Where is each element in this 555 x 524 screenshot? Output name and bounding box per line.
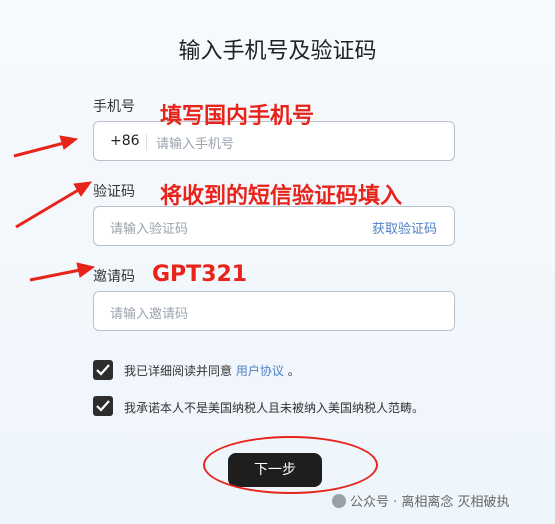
invite-arrow-head [76, 262, 96, 278]
phone-arrow [13, 141, 65, 158]
annotation-arrows [13, 135, 96, 282]
invite-arrow [29, 268, 81, 282]
phone-arrow-head [59, 135, 79, 150]
watermark-text: 公众号 · 离相离念 灭相破执 [350, 495, 510, 510]
watermark: 公众号 · 离相离念 灭相破执 [332, 491, 510, 510]
code-arrow [15, 187, 81, 229]
wechat-logo-icon [332, 494, 346, 508]
code-arrow-head [73, 181, 93, 197]
